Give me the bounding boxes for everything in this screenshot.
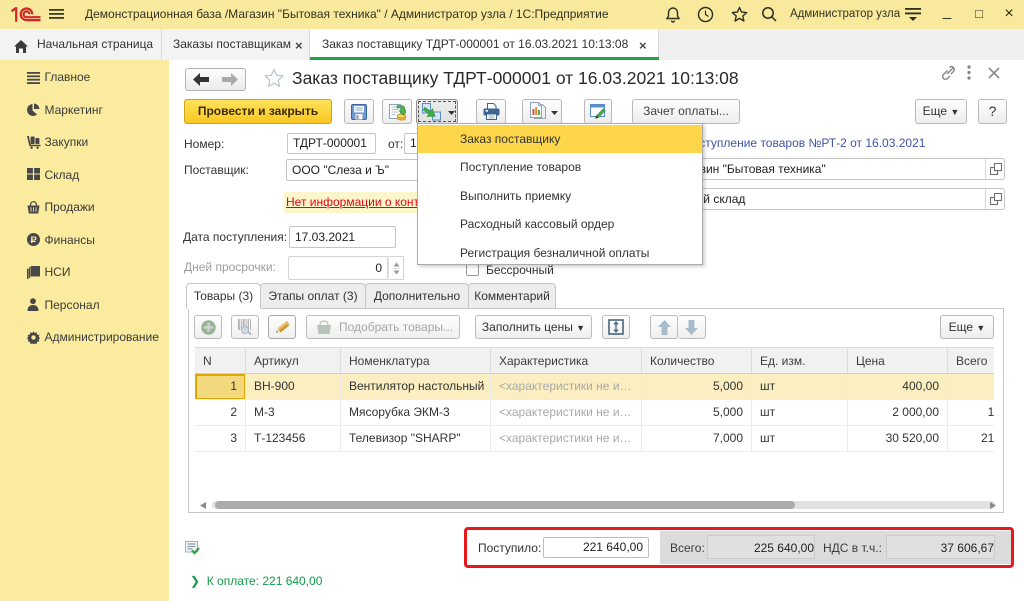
svg-text:P: P (31, 235, 38, 246)
